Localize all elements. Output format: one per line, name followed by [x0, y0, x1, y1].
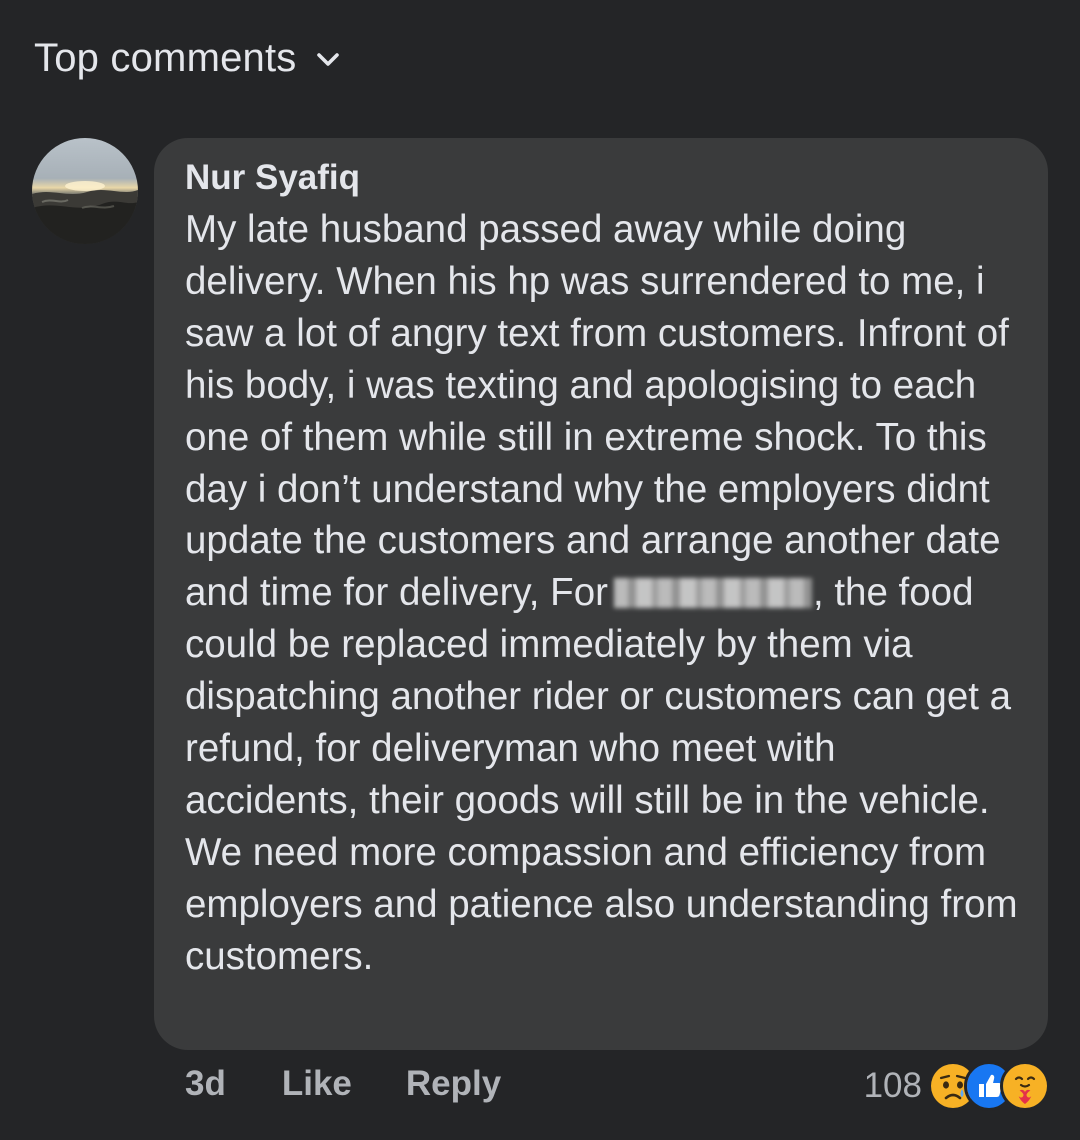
comment-text-part2: , the food could be replaced immediately… [185, 571, 1018, 978]
reaction-summary[interactable]: 108 [863, 1061, 1050, 1111]
reply-button[interactable]: Reply [406, 1064, 501, 1104]
comment-author[interactable]: Nur Syafiq [185, 156, 1018, 200]
top-comments-filter[interactable]: Top comments [34, 36, 341, 81]
comment-text-part1: My late husband passed away while doing … [185, 208, 1009, 615]
comment-actions: 3d Like Reply [185, 1064, 501, 1104]
comment-bubble: Nur Syafiq My late husband passed away w… [154, 138, 1048, 1050]
comment-body: My late husband passed away while doing … [185, 204, 1018, 983]
reaction-count: 108 [863, 1066, 922, 1105]
avatar-photo [32, 181, 138, 244]
comments-section: Top comments Nur Syafiq My late husband … [0, 0, 1080, 1140]
chevron-down-icon [316, 52, 339, 66]
comment-timestamp[interactable]: 3d [185, 1064, 226, 1104]
redacted-text-block [613, 578, 812, 609]
avatar[interactable] [32, 138, 138, 244]
like-button[interactable]: Like [282, 1064, 352, 1104]
filter-label: Top comments [34, 36, 297, 80]
care-reaction-icon [1000, 1061, 1050, 1111]
